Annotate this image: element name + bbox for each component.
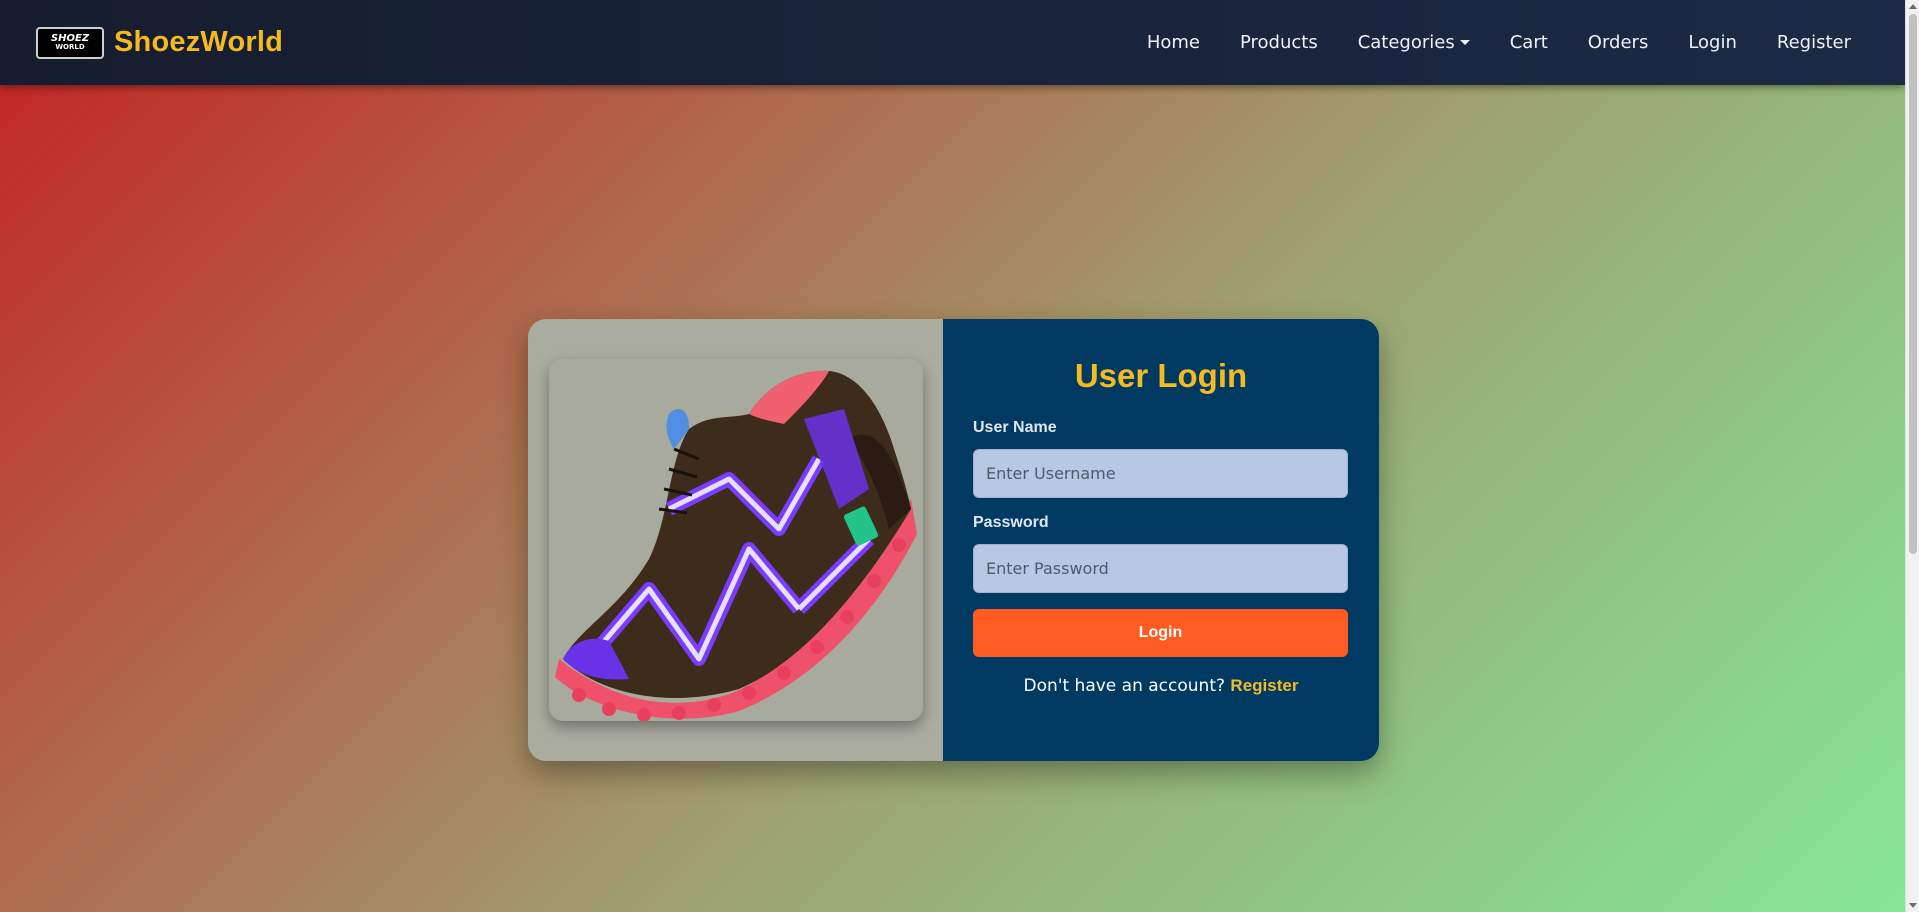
brand-logo[interactable]: SHOEZ WORLD	[36, 26, 104, 59]
login-button[interactable]: Login	[973, 609, 1348, 657]
login-form-panel: User Login User Name Password Login Don'…	[943, 319, 1379, 761]
password-input[interactable]	[973, 544, 1348, 593]
register-link[interactable]: Register	[1230, 676, 1298, 695]
brand[interactable]: SHOEZ WORLD ShoezWorld	[36, 26, 283, 59]
signup-prompt: Don't have an account?	[1023, 676, 1226, 696]
brand-name[interactable]: ShoezWorld	[114, 26, 283, 59]
shoe-illustration	[548, 359, 923, 721]
nav-cart[interactable]: Cart	[1510, 32, 1548, 53]
vertical-scrollbar[interactable]	[1905, 0, 1919, 912]
nav-orders[interactable]: Orders	[1588, 32, 1649, 53]
username-label: User Name	[973, 419, 1057, 436]
signup-line: Don't have an account? Register	[973, 676, 1349, 696]
logo-line2: WORLD	[55, 42, 85, 51]
card-image-panel	[528, 319, 943, 761]
shoe-image	[548, 359, 923, 721]
nav-products[interactable]: Products	[1240, 32, 1318, 53]
password-label: Password	[973, 514, 1049, 531]
navbar: SHOEZ WORLD ShoezWorld Home Products Cat…	[0, 0, 1905, 85]
nav-login[interactable]: Login	[1688, 32, 1737, 53]
nav-categories-dropdown[interactable]: Categories	[1358, 32, 1470, 53]
scroll-up-icon[interactable]	[1909, 4, 1917, 9]
username-input[interactable]	[973, 449, 1348, 498]
nav-links: Home Products Categories Cart Orders Log…	[1107, 0, 1851, 85]
nav-home[interactable]: Home	[1147, 32, 1200, 53]
login-card: User Login User Name Password Login Don'…	[528, 319, 1379, 761]
nav-categories-label: Categories	[1357, 32, 1455, 53]
login-title: User Login	[1074, 357, 1248, 394]
caret-down-icon	[1459, 40, 1470, 45]
nav-register[interactable]: Register	[1777, 32, 1851, 53]
logo-line1: SHOEZ	[50, 32, 90, 44]
scroll-thumb[interactable]	[1909, 14, 1917, 554]
scroll-down-icon[interactable]	[1909, 903, 1917, 908]
